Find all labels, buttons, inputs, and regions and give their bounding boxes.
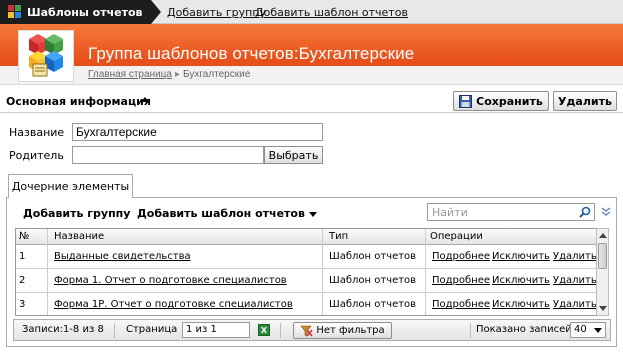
scroll-up-icon[interactable] — [599, 233, 607, 238]
column-operations[interactable]: Операции — [430, 231, 483, 242]
no-filter-label: Нет фильтра — [316, 325, 385, 336]
table-row: 3 Форма 1Р. Отчет о подготовке специалис… — [16, 294, 602, 315]
scroll-thumb[interactable] — [598, 243, 607, 269]
choose-parent-label: Выбрать — [268, 148, 319, 162]
table-scrollbar[interactable] — [596, 228, 609, 316]
breadcrumb-current: Бухгалтерские — [182, 69, 251, 80]
children-table: № Название Тип Операции 1 Выданные свиде… — [15, 228, 603, 316]
collapse-caret-icon[interactable] — [141, 97, 149, 102]
search-placeholder: Найти — [432, 206, 468, 219]
delete-link[interactable]: Удалить — [553, 299, 597, 310]
table-row: 2 Форма 1. Отчет о подготовке специалист… — [16, 270, 602, 293]
row-type: Шаблон отчетов — [329, 299, 417, 310]
select-arrow-icon — [594, 328, 602, 333]
table-header: № Название Тип Операции — [16, 229, 602, 245]
exclude-link[interactable]: Исключить — [492, 299, 550, 310]
shown-records-label: Показано записей: — [476, 324, 576, 335]
exclude-link[interactable]: Исключить — [492, 275, 550, 286]
dropdown-arrow-icon — [308, 211, 317, 217]
column-type[interactable]: Тип — [329, 231, 348, 242]
top-nav-bar: Шаблоны отчетов Добавить группу Добавить… — [0, 0, 623, 24]
breadcrumb: Главная страница ▸ Бухгалтерские — [88, 69, 250, 80]
save-button-label: Сохранить — [476, 94, 543, 108]
page-size-select[interactable]: 40 — [570, 322, 606, 338]
page-label: Страница — [126, 324, 178, 335]
search-input[interactable]: Найти — [427, 203, 595, 221]
row-num: 2 — [19, 275, 26, 286]
floppy-disk-icon — [459, 94, 473, 108]
breadcrumb-separator-icon: ▸ — [174, 69, 180, 80]
add-group-button[interactable]: Добавить группу — [23, 207, 130, 220]
tab-report-templates-label: Шаблоны отчетов — [27, 5, 143, 19]
report-templates-icon — [8, 5, 21, 18]
row-name-link[interactable]: Форма 1Р. Отчет о подготовке специалисто… — [54, 299, 293, 310]
page-size-value: 40 — [574, 324, 587, 335]
children-panel: Добавить группу Добавить шаблон отчетов … — [6, 197, 617, 347]
breadcrumb-home-link[interactable]: Главная страница — [88, 69, 172, 80]
delete-link[interactable]: Удалить — [553, 275, 597, 286]
details-link[interactable]: Подробнее — [432, 251, 490, 262]
delete-link[interactable]: Удалить — [553, 251, 597, 262]
add-template-label: Добавить шаблон отчетов — [137, 207, 305, 220]
group-logo — [18, 30, 74, 82]
search-icon[interactable] — [579, 206, 591, 218]
choose-parent-button[interactable]: Выбрать — [264, 146, 323, 164]
add-group-link[interactable]: Добавить группу — [167, 6, 266, 19]
parent-label: Родитель — [9, 149, 64, 162]
name-field[interactable]: Бухгалтерские — [72, 123, 323, 141]
tab-children[interactable]: Дочерние элементы — [8, 174, 133, 198]
parent-field[interactable] — [72, 146, 264, 164]
table-row: 1 Выданные свидетельства Шаблон отчетов … — [16, 246, 602, 269]
page-title: Группа шаблонов отчетов:Бухгалтерские — [88, 44, 415, 63]
footer-divider — [470, 323, 471, 338]
add-template-link[interactable]: Добавить шаблон отчетов — [255, 6, 408, 19]
tab-report-templates[interactable]: Шаблоны отчетов — [0, 0, 161, 24]
page-input[interactable]: 1 из 1 — [182, 322, 250, 338]
table-footer: Записи:1-8 из 8 Страница 1 из 1 X Нет фи… — [13, 319, 611, 341]
column-num[interactable]: № — [19, 231, 29, 242]
group-cubes-icon — [29, 34, 63, 77]
add-template-dropdown[interactable]: Добавить шаблон отчетов — [137, 207, 317, 220]
row-type: Шаблон отчетов — [329, 251, 417, 262]
footer-divider — [280, 323, 281, 338]
expand-double-chevron-icon[interactable] — [601, 206, 611, 218]
filter-clear-icon — [300, 325, 313, 337]
no-filter-button[interactable]: Нет фильтра — [293, 322, 392, 339]
exclude-link[interactable]: Исключить — [492, 251, 550, 262]
delete-button[interactable]: Удалить — [553, 91, 617, 111]
row-name-link[interactable]: Форма 1. Отчет о подготовке специалистов — [54, 275, 287, 286]
row-name-link[interactable]: Выданные свидетельства — [54, 251, 191, 262]
column-name[interactable]: Название — [54, 231, 104, 242]
name-label: Название — [9, 126, 65, 139]
records-count: Записи:1-8 из 8 — [22, 324, 104, 335]
main-info-section: Основная информация Сохранить Удалить — [0, 89, 623, 113]
details-link[interactable]: Подробнее — [432, 299, 490, 310]
details-link[interactable]: Подробнее — [432, 275, 490, 286]
tab-children-label: Дочерние элементы — [11, 180, 130, 193]
row-num: 3 — [19, 299, 26, 310]
excel-export-icon[interactable]: X — [258, 324, 270, 336]
section-title[interactable]: Основная информация — [6, 95, 151, 108]
scroll-down-icon[interactable] — [599, 306, 607, 311]
footer-divider — [114, 323, 115, 338]
row-num: 1 — [19, 251, 26, 262]
row-type: Шаблон отчетов — [329, 275, 417, 286]
save-button[interactable]: Сохранить — [453, 91, 549, 111]
delete-button-label: Удалить — [558, 94, 612, 108]
